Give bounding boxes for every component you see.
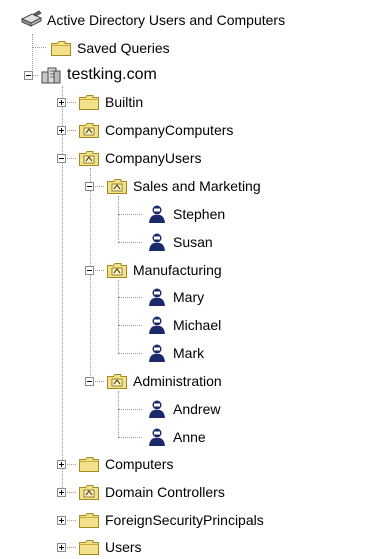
ad-console-icon [20,10,42,30]
collapse-toggle-testking[interactable] [24,71,33,80]
ou-icon [78,120,100,140]
collapse-toggle-companyusers[interactable] [57,154,66,163]
user-icon [146,399,168,419]
collapse-toggle-sales[interactable] [85,182,94,191]
tree-node-root[interactable]: Active Directory Users and Computers [20,8,285,32]
tree-node-label: Manufacturing [133,262,222,278]
folder-icon [78,510,100,530]
tree-node-label: Domain Controllers [105,484,225,500]
tree-node-label: CompanyComputers [105,122,234,138]
domain-icon [40,65,62,85]
tree-node-companyusers[interactable]: CompanyUsers [78,146,201,170]
tree-node-manufacturing[interactable]: Manufacturing [106,258,222,282]
folder-icon [78,454,100,474]
tree-connector [118,214,142,215]
user-icon [146,427,168,447]
tree-connector [118,353,142,354]
tree-connector [32,34,33,76]
tree-node-label: Administration [133,373,222,389]
ou-icon [106,371,128,391]
user-icon [146,343,168,363]
tree-node-stephen[interactable]: Stephen [146,202,225,226]
user-icon [146,287,168,307]
tree-node-label: Andrew [173,401,221,417]
tree-node-label: ForeignSecurityPrincipals [105,512,264,528]
tree-connector [118,280,119,353]
user-icon [146,204,168,224]
folder-icon [78,92,100,112]
tree-connector [62,86,63,488]
expand-toggle-domain-controllers[interactable] [57,488,66,497]
collapse-toggle-manufacturing[interactable] [85,266,94,275]
tree-node-saved-queries[interactable]: Saved Queries [50,36,170,60]
tree-connector [118,409,142,410]
expand-toggle-users[interactable] [57,543,66,552]
tree-connector [118,325,142,326]
expand-toggle-builtin[interactable] [57,98,66,107]
tree-connector [118,391,119,437]
tree-node-label: Mark [173,345,205,361]
expand-toggle-foreignsecurityprincipals[interactable] [57,516,66,525]
tree-node-builtin[interactable]: Builtin [78,90,143,114]
tree-node-anne[interactable]: Anne [146,425,206,449]
tree-node-label: CompanyUsers [105,150,202,166]
tree-node-label: Active Directory Users and Computers [47,12,286,28]
tree-node-label: Susan [173,234,213,250]
tree-node-susan[interactable]: Susan [146,230,213,254]
tree-connector [90,168,91,382]
tree-node-label: Anne [173,429,206,445]
ou-icon [106,176,128,196]
tree-node-computers[interactable]: Computers [78,452,173,476]
tree-connector [118,297,142,298]
collapse-toggle-administration[interactable] [85,377,94,386]
tree-node-mary[interactable]: Mary [146,285,204,309]
tree-connector [118,196,119,242]
ad-tree-view: Active Directory Users and Computers Sav… [0,0,365,555]
tree-node-domain-controllers[interactable]: Domain Controllers [78,480,225,504]
expand-toggle-companycomputers[interactable] [57,126,66,135]
tree-node-label: Stephen [173,206,226,222]
tree-node-administration[interactable]: Administration [106,369,222,393]
tree-connector [118,242,142,243]
ou-icon [78,148,100,168]
tree-node-label: Saved Queries [77,40,170,56]
folder-icon [50,38,72,58]
user-icon [146,315,168,335]
tree-node-label: Mary [173,289,205,305]
tree-node-label: Michael [173,317,222,333]
tree-node-users[interactable]: Users [78,535,142,559]
tree-node-andrew[interactable]: Andrew [146,397,220,421]
ou-icon [78,482,100,502]
tree-node-michael[interactable]: Michael [146,313,221,337]
tree-node-label: testking.com [67,66,157,83]
tree-node-label: Sales and Marketing [133,178,261,194]
ou-icon [106,260,128,280]
tree-node-label: Builtin [105,94,144,110]
tree-connector [32,47,46,48]
user-icon [146,232,168,252]
expand-toggle-computers[interactable] [57,460,66,469]
tree-node-label: Users [105,539,142,555]
tree-node-testking-com[interactable]: testking.com [40,63,157,87]
tree-node-sales-and-marketing[interactable]: Sales and Marketing [106,174,261,198]
folder-icon [78,537,100,557]
tree-node-companycomputers[interactable]: CompanyComputers [78,118,233,142]
tree-connector [118,437,142,438]
tree-node-label: Computers [105,456,174,472]
tree-node-foreignsecurityprincipals[interactable]: ForeignSecurityPrincipals [78,508,264,532]
tree-node-mark[interactable]: Mark [146,341,204,365]
